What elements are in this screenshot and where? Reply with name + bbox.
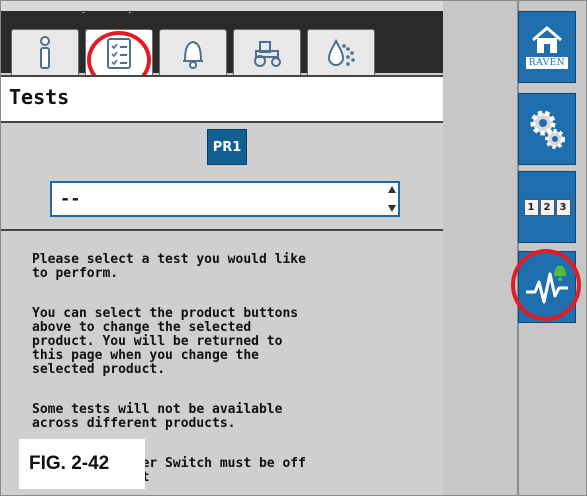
gears-icon bbox=[530, 110, 565, 149]
settings-button[interactable] bbox=[518, 93, 576, 165]
test-select-value: -- bbox=[60, 189, 81, 209]
key-2: 2 bbox=[539, 198, 555, 216]
key-3: 3 bbox=[555, 198, 571, 216]
key-1: 1 bbox=[523, 198, 539, 216]
screenshot-frame: Raven RCM-Diagnostics 4615 bbox=[0, 0, 587, 496]
tab-machine[interactable] bbox=[233, 29, 301, 76]
figure-label: FIG. 2-42 bbox=[19, 439, 145, 489]
page-title: Tests bbox=[9, 85, 70, 109]
numeric-keypad-button[interactable]: 1 2 3 bbox=[518, 171, 576, 243]
numeric-keys-icon: 1 2 3 bbox=[523, 198, 571, 216]
tab-strip bbox=[1, 13, 443, 89]
home-label: RAVEN bbox=[525, 57, 569, 69]
test-select-dropdown[interactable]: -- bbox=[50, 181, 400, 217]
highlight-circle-diagnostics bbox=[511, 249, 581, 321]
tab-info[interactable] bbox=[11, 29, 79, 76]
home-button[interactable]: RAVEN bbox=[518, 11, 576, 83]
divider bbox=[1, 229, 443, 231]
home-icon bbox=[532, 26, 562, 53]
tractor-icon bbox=[254, 41, 281, 67]
bell-icon bbox=[183, 40, 203, 69]
info-icon bbox=[40, 36, 50, 69]
instructions-paragraph-2: You can select the product buttons above… bbox=[32, 306, 299, 377]
tab-alarms[interactable] bbox=[159, 29, 227, 76]
spinner-arrows-icon[interactable] bbox=[388, 186, 396, 212]
product-button-pr1[interactable]: PR1 bbox=[207, 129, 247, 165]
droplet-granule-icon bbox=[327, 38, 355, 66]
instructions-paragraph-3: Some tests will not be available across … bbox=[32, 402, 283, 431]
page-header: Tests bbox=[1, 75, 443, 123]
tab-product[interactable] bbox=[307, 29, 375, 76]
instructions-paragraph-1: Please select a test you would like to p… bbox=[32, 252, 306, 281]
